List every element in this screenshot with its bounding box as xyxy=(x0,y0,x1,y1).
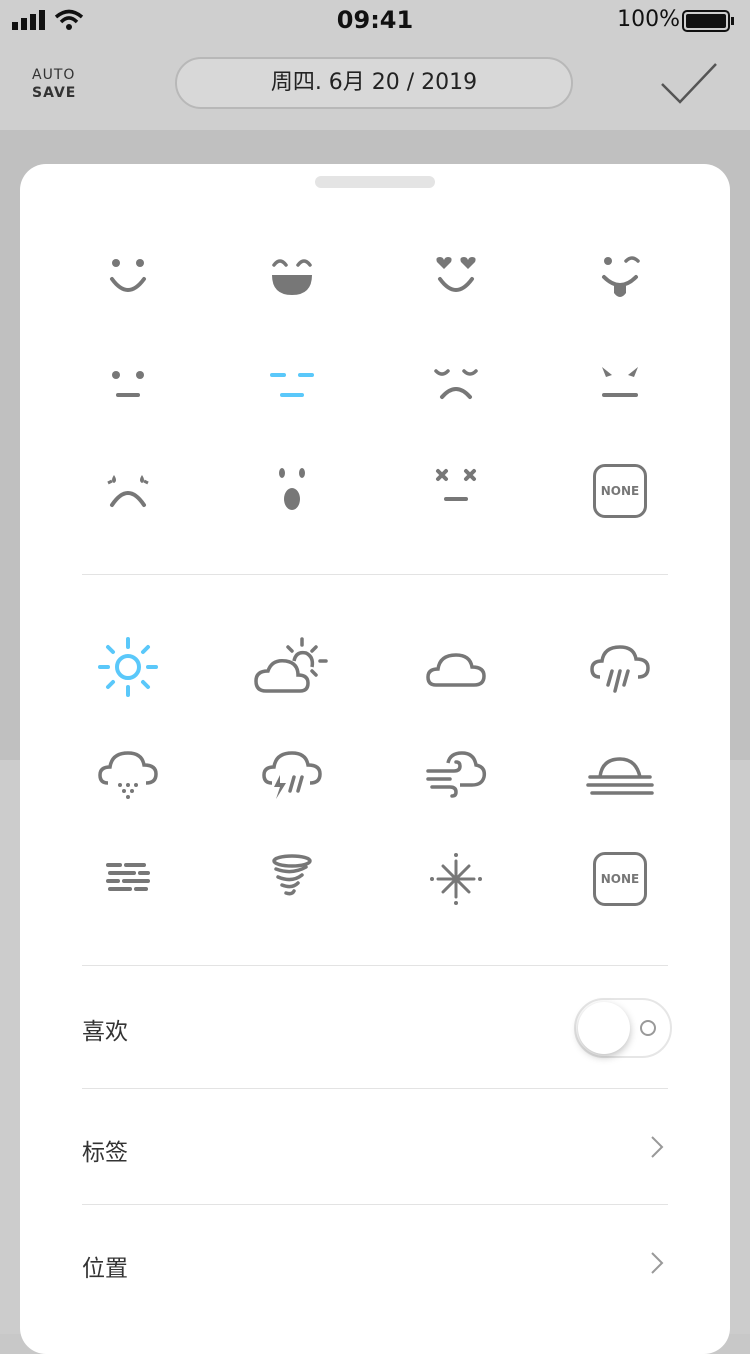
sheet-grabber[interactable] xyxy=(315,176,435,188)
divider xyxy=(82,1204,668,1205)
weather-wind-icon[interactable] xyxy=(406,728,506,818)
weather-snowflake-icon[interactable] xyxy=(406,834,506,924)
mood-surprised-face-icon[interactable] xyxy=(242,446,342,536)
weather-rain-icon[interactable] xyxy=(570,622,670,712)
entry-sheet: NONE NONE 喜欢 标签 位置 xyxy=(20,164,730,1354)
divider xyxy=(82,574,668,575)
chevron-right-icon xyxy=(651,1136,664,1158)
weather-fog-icon[interactable] xyxy=(570,728,670,818)
weather-partly-cloudy-icon[interactable] xyxy=(242,622,342,712)
toggle-off-indicator xyxy=(640,1020,656,1036)
mood-grid: NONE xyxy=(82,234,668,534)
divider xyxy=(82,965,668,966)
mood-sleepy-face-icon[interactable] xyxy=(242,340,342,430)
none-icon: NONE xyxy=(593,852,647,906)
battery-percent: 100% xyxy=(617,7,680,32)
mood-sad-tired-face-icon[interactable] xyxy=(406,340,506,430)
mood-dead-face-icon[interactable] xyxy=(406,446,506,536)
mood-neutral-face-icon[interactable] xyxy=(78,340,178,430)
weather-thunderstorm-icon[interactable] xyxy=(242,728,342,818)
weather-sun-icon[interactable] xyxy=(78,622,178,712)
mood-heart-eyes-face-icon[interactable] xyxy=(406,234,506,324)
like-toggle[interactable] xyxy=(574,998,672,1058)
tags-label: 标签 xyxy=(82,1140,128,1166)
divider xyxy=(82,1088,668,1089)
location-label: 位置 xyxy=(82,1256,128,1282)
mood-tongue-wink-face-icon[interactable] xyxy=(570,234,670,324)
none-label: NONE xyxy=(600,872,640,886)
nav-bar: AUTO SAVE 周四. 6月 20 / 2019 xyxy=(0,40,750,130)
none-icon: NONE xyxy=(593,464,647,518)
weather-cloud-icon[interactable] xyxy=(406,622,506,712)
date-selector[interactable]: 周四. 6月 20 / 2019 xyxy=(175,57,573,109)
like-label: 喜欢 xyxy=(82,1019,128,1045)
weather-grid: NONE xyxy=(82,622,668,922)
battery-icon xyxy=(682,10,734,32)
chevron-right-icon xyxy=(651,1252,664,1274)
mood-laughing-face-icon[interactable] xyxy=(242,234,342,324)
like-row: 喜欢 xyxy=(82,998,672,1058)
location-row[interactable]: 位置 xyxy=(82,1235,668,1295)
mood-crying-face-icon[interactable] xyxy=(78,446,178,536)
autosave-line1: AUTO xyxy=(32,67,76,83)
none-label: NONE xyxy=(600,484,640,498)
autosave-label: AUTO SAVE xyxy=(32,66,76,102)
mood-happy-face-icon[interactable] xyxy=(78,234,178,324)
autosave-line2: SAVE xyxy=(32,85,77,101)
weather-snow-icon[interactable] xyxy=(78,728,178,818)
mood-angry-face-icon[interactable] xyxy=(570,340,670,430)
toggle-knob xyxy=(578,1002,630,1054)
weather-tornado-icon[interactable] xyxy=(242,834,342,924)
checkmark-icon[interactable] xyxy=(656,58,720,108)
weather-none-button[interactable]: NONE xyxy=(570,834,670,924)
status-bar: 09:41 100% xyxy=(0,0,750,40)
tags-row[interactable]: 标签 xyxy=(82,1119,668,1179)
mood-none-button[interactable]: NONE xyxy=(570,446,670,536)
weather-haze-icon[interactable] xyxy=(78,834,178,924)
